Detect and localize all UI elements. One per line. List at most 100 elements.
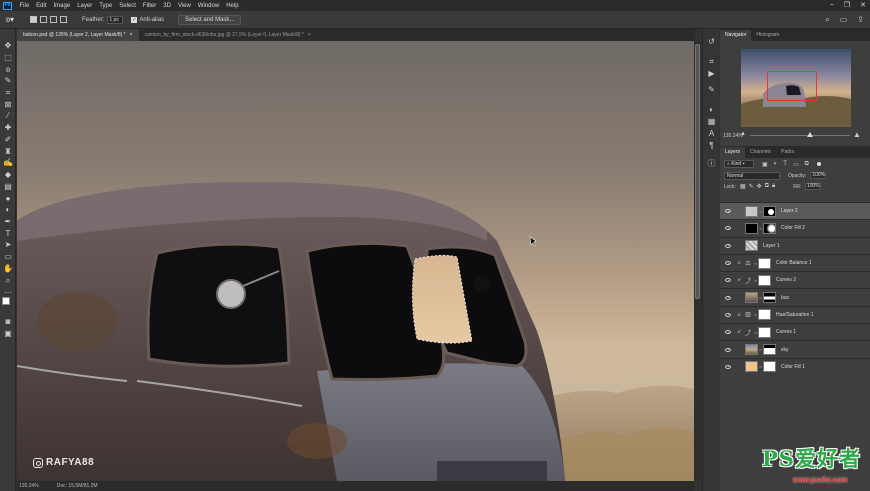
blend-mode-select[interactable]: Normal [724,171,780,180]
doc-tab-baloon[interactable]: baloon.psd @ 135% (Layer 2, Layer Mask/8… [17,29,139,41]
healing-brush-tool-icon[interactable]: ✚ [3,123,13,132]
smart-filter-icon[interactable]: ⧉ [805,161,809,168]
layer-name[interactable]: Color Fill 1 [781,364,805,370]
gradient-tool-icon[interactable]: ▤ [3,182,13,191]
lock-all-icon[interactable]: 🔒︎ [772,183,775,190]
layer-name[interactable]: Layer 2 [781,208,798,214]
lock-position-icon[interactable]: ✥ [757,183,762,190]
history-icon[interactable]: ↺ [707,37,716,46]
crop-tool-icon[interactable]: ⌗ [3,88,13,97]
layer-mask-thumbnail[interactable] [763,361,776,373]
menu-filter[interactable]: Filter [139,3,159,9]
intersect-selection-icon[interactable] [60,16,67,23]
shape-tool-icon[interactable]: ▭ [3,252,13,261]
kind-filter-select[interactable]: ⌕ Kind ▾ [724,160,754,168]
antialias-checkbox[interactable]: ✓ [131,16,138,23]
filter-toggle-icon[interactable] [816,162,821,166]
close-tab-icon[interactable]: × [308,32,311,38]
zoom-slider-knob[interactable] [807,132,813,137]
blur-tool-icon[interactable]: ● [3,194,13,203]
history-brush-tool-icon[interactable]: ✍ [3,158,13,167]
more-tools-icon[interactable]: … [3,286,13,295]
menu-edit[interactable]: Edit [33,3,50,9]
adjustment-filter-icon[interactable]: ◐ [774,161,778,168]
layer-row[interactable]: ∞ Color Fill 2 [720,219,870,236]
menu-window[interactable]: Window [194,3,222,9]
restore-icon[interactable]: ❐ [844,1,850,9]
layer-mask-thumbnail[interactable] [763,222,776,234]
lock-transparent-icon[interactable]: ▦ [740,183,746,190]
paragraph-icon[interactable]: ¶ [707,141,716,150]
new-selection-icon[interactable] [30,16,37,23]
dodge-tool-icon[interactable]: ◐ [3,205,13,214]
canvas-vertical-scrollbar[interactable] [694,41,701,481]
marquee-tool-icon[interactable]: ⬚ [3,53,13,62]
workspace-icon[interactable]: ▭ [840,15,848,25]
layer-row[interactable]: Layer 1 [720,236,870,254]
menu-view[interactable]: View [174,3,194,9]
opacity-input[interactable]: 100% [810,172,827,179]
layer-name[interactable]: Curves 2 [776,277,796,283]
visibility-eye-icon[interactable] [725,330,731,335]
doc-tab-camion[interactable]: camion_by_firm_stock-d63i6nbs.jpg @ 27,5… [139,29,317,41]
foreground-color-swatch[interactable] [2,297,10,305]
layer-row[interactable]: ∞ bus [720,288,870,305]
layer-row[interactable]: ∞ sky [720,340,870,357]
visibility-eye-icon[interactable] [725,278,731,283]
layer-mask-thumbnail[interactable] [758,309,771,321]
tab-navigator[interactable]: Navigator [720,30,752,41]
layer-name[interactable]: Layer 1 [763,243,780,249]
zoom-readout[interactable]: 135.24% [19,483,39,489]
search-icon[interactable]: ⌕ [825,15,829,25]
layer-name[interactable]: sky [781,347,789,353]
layer-row[interactable]: ↲ ▥ ∞ Hue/Saturation 1 [720,305,870,323]
visibility-eye-icon[interactable] [725,209,731,214]
layer-name[interactable]: Color Balance 1 [776,260,812,266]
screen-mode-icon[interactable]: ▣ [3,329,13,338]
layer-row[interactable]: ∞ Layer 2 [720,202,870,220]
pixel-filter-icon[interactable]: ▣ [762,161,768,168]
visibility-eye-icon[interactable] [725,364,731,369]
character-icon[interactable]: A [707,129,716,138]
adjustments-icon[interactable]: ◐ [707,105,716,114]
type-filter-icon[interactable]: T [783,161,787,168]
share-icon[interactable]: ⇪ [857,15,864,25]
layer-row[interactable]: ↲ ⤴ ∞ Curves 1 [720,323,870,340]
fill-input[interactable]: 100% [804,183,821,190]
eyedropper-tool-icon[interactable]: ⁄ [3,111,13,120]
visibility-eye-icon[interactable] [725,261,731,266]
visibility-eye-icon[interactable] [725,243,731,248]
menu-type[interactable]: Type [96,3,116,9]
clone-stamp-tool-icon[interactable]: ♜ [3,147,13,156]
pen-tool-icon[interactable]: ✒ [3,217,13,226]
zoom-tool-icon[interactable]: ⌕ [3,276,13,285]
menu-select[interactable]: Select [116,3,140,9]
layer-name[interactable]: Curves 1 [776,329,796,335]
navigator-view-box[interactable] [767,71,817,101]
quick-select-tool-icon[interactable]: ✎ [3,76,13,85]
menu-help[interactable]: Help [223,3,242,9]
layer-row[interactable]: ↲ ⤴ ∞ Curves 2 [720,271,870,288]
info-icon[interactable]: ⓘ [707,159,716,168]
close-icon[interactable]: ✕ [860,1,866,9]
layer-mask-thumbnail[interactable] [758,257,771,269]
lock-artboard-icon[interactable]: ⧉ [765,183,769,190]
subtract-selection-icon[interactable] [50,16,57,23]
layer-mask-thumbnail[interactable] [763,344,776,356]
scrollbar-thumb[interactable] [695,44,700,299]
navigator-preview[interactable] [741,49,851,127]
tab-channels[interactable]: Channels [745,147,776,158]
frame-tool-icon[interactable]: ⊠ [3,100,13,109]
menu-layer[interactable]: Layer [74,3,96,9]
properties-icon[interactable]: ⌗ [707,57,716,66]
select-and-mask-button[interactable]: Select and Mask... [178,14,242,25]
styles-icon[interactable]: ▦ [707,117,716,126]
visibility-eye-icon[interactable] [725,295,731,300]
lasso-tool-icon[interactable]: ʚ [3,65,13,74]
document-canvas[interactable]: RAFYA88 [17,41,694,481]
actions-icon[interactable]: ▶ [707,69,716,78]
quick-mask-icon[interactable]: ◙ [3,317,13,326]
menu-image[interactable]: Image [50,3,74,9]
layer-mask-thumbnail[interactable] [758,274,771,286]
tab-paths[interactable]: Paths [776,147,799,158]
